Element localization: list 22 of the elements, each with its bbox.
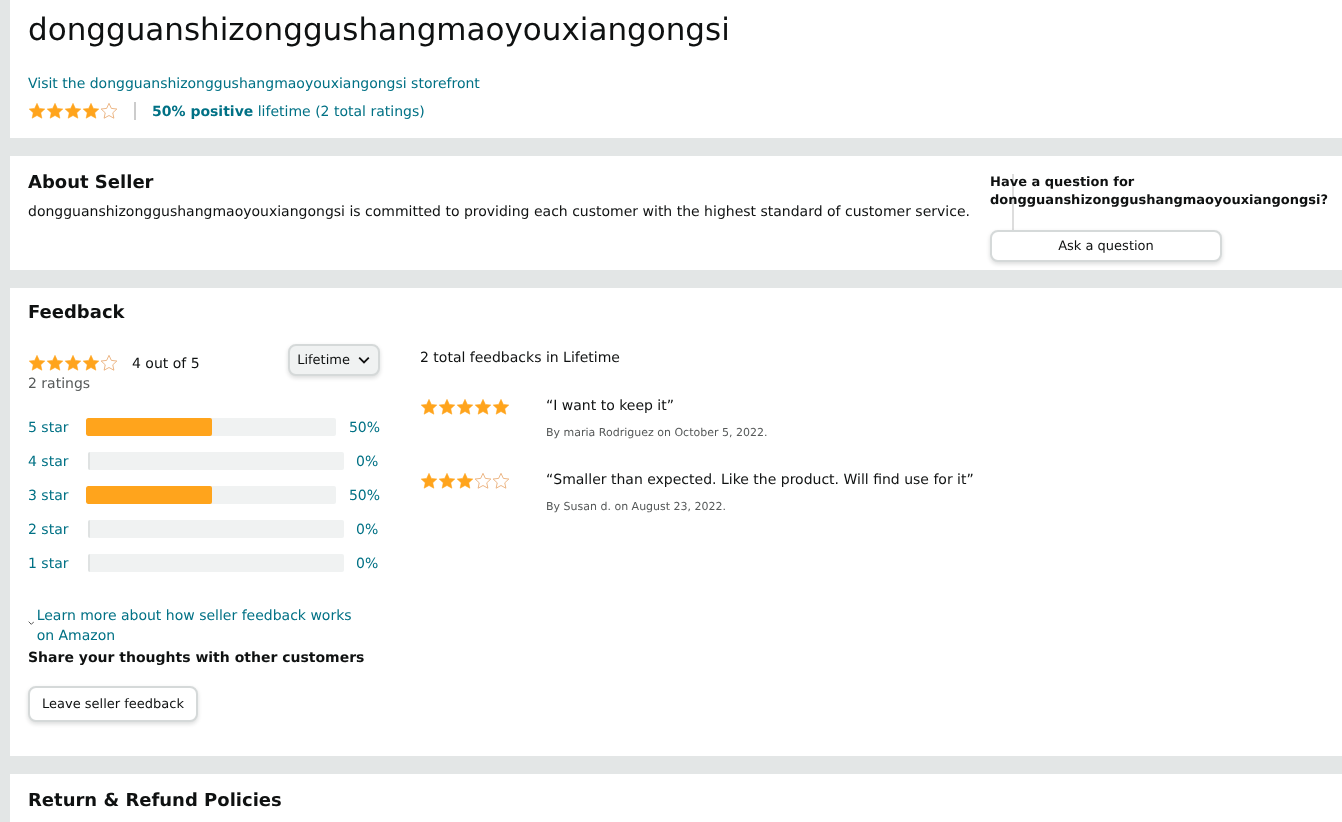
filled-star-icon: [438, 472, 456, 490]
seller-name: dongguanshizonggushangmaoyouxiangongsi: [28, 12, 732, 48]
filled-star-icon: [438, 398, 456, 416]
filled-star-icon: [456, 398, 474, 416]
filled-star-icon: [420, 398, 438, 416]
filled-star-icon: [64, 102, 82, 120]
chevron-down-icon: [358, 356, 370, 364]
filled-star-icon: [474, 398, 492, 416]
filled-star-icon: [46, 102, 64, 120]
filled-star-icon: [28, 102, 46, 120]
filled-star-icon: [82, 102, 100, 120]
filled-star-icon: [456, 472, 474, 490]
filled-star-icon: [28, 354, 46, 372]
filled-star-icon: [492, 398, 510, 416]
filled-star-icon: [420, 472, 438, 490]
section-title: Feedback: [28, 304, 127, 324]
filled-star-icon: [82, 354, 100, 372]
section-title: About Seller: [28, 174, 156, 194]
filled-star-icon: [46, 354, 64, 372]
filled-star-icon: [64, 354, 82, 372]
section-title: Return & Refund Policies: [28, 792, 284, 812]
chevron-down-icon: [28, 620, 35, 626]
